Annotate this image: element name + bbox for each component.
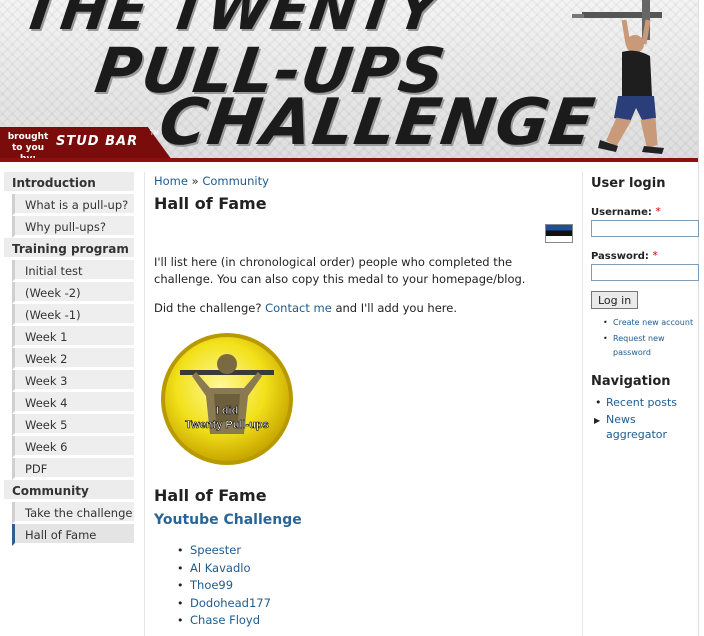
youtube-challenge-heading: Youtube Challenge — [154, 512, 302, 528]
sidebar-item-week-1[interactable]: Week 1 — [12, 326, 134, 348]
sidebar-section-community[interactable]: Community — [4, 480, 134, 502]
login-links: Create new account Request new password — [591, 315, 699, 360]
member-link-dodohead177[interactable]: Dodohead177 — [190, 596, 271, 610]
sidebar-item-week-minus-2[interactable]: (Week -2) — [12, 282, 134, 304]
list-item: Speester — [174, 542, 271, 560]
sidebar-item-why-pull-ups[interactable]: Why pull-ups? — [12, 216, 134, 238]
right-sidebar: User login Username: * Password: * Log i… — [591, 176, 699, 442]
left-column-divider — [144, 172, 145, 636]
estonian-flag-icon[interactable] — [545, 224, 573, 243]
navigation-heading: Navigation — [591, 374, 671, 389]
password-field[interactable] — [591, 264, 699, 281]
sidebar-item-week-6[interactable]: Week 6 — [12, 436, 134, 458]
news-aggregator-link[interactable]: News aggregator — [606, 413, 667, 441]
sidebar-item-initial-test[interactable]: Initial test — [12, 260, 134, 282]
create-account-link[interactable]: Create new account — [613, 318, 693, 327]
required-mark: * — [655, 205, 661, 218]
navigation-menu: Recent posts News aggregator — [591, 395, 699, 442]
pull-up-athlete-image — [572, 0, 664, 154]
sidebar-item-week-2[interactable]: Week 2 — [12, 348, 134, 370]
intro-paragraph: I'll list here (in chronological order) … — [154, 255, 526, 286]
sidebar-item-take-the-challenge[interactable]: Take the challenge — [12, 502, 134, 524]
username-label: Username: — [591, 207, 652, 218]
contact-prompt-text: Did the challenge? — [154, 301, 262, 315]
sidebar-item-week-3[interactable]: Week 3 — [12, 370, 134, 392]
user-login-heading: User login — [591, 176, 666, 191]
breadcrumb-home-link[interactable]: Home — [154, 174, 188, 188]
member-link-al-kavadlo[interactable]: Al Kavadlo — [190, 561, 251, 575]
password-row: Password: * — [591, 249, 699, 281]
required-mark: * — [652, 249, 658, 262]
member-link-thoe99[interactable]: Thoe99 — [190, 578, 233, 592]
breadcrumb: Home » Community — [154, 174, 574, 188]
list-item: Chase Floyd — [174, 612, 271, 630]
right-column-divider — [582, 172, 583, 636]
banner-title-line3: CHALLENGE — [154, 86, 600, 160]
member-link-speester[interactable]: Speester — [190, 543, 241, 557]
recent-posts-link[interactable]: Recent posts — [606, 396, 677, 409]
main-content: Home » Community Hall of Fame I'll list … — [154, 174, 574, 629]
hall-of-fame-list: Speester Al Kavadlo Thoe99 Dodohead177 C… — [174, 542, 271, 630]
list-item: Request new password — [591, 332, 699, 360]
medal-text-line1: I did — [216, 405, 239, 417]
sidebar-item-what-is-a-pull-up[interactable]: What is a pull-up? — [12, 194, 134, 216]
username-field[interactable] — [591, 220, 699, 237]
list-item: Create new account — [591, 315, 699, 330]
trademark-mark: TM — [150, 130, 159, 137]
list-item: Dodohead177 — [174, 595, 271, 613]
list-item: News aggregator — [591, 412, 699, 442]
sidebar-section-introduction[interactable]: Introduction — [4, 172, 134, 194]
site-banner[interactable]: THE TWENTY PULL-UPS CHALLENGE brought to… — [0, 0, 698, 162]
contact-suffix-text: and I'll add you here. — [335, 301, 457, 315]
login-button[interactable]: Log in — [591, 291, 639, 309]
password-label: Password: — [591, 251, 649, 262]
list-item: Recent posts — [591, 395, 699, 410]
hall-of-fame-heading: Hall of Fame — [154, 486, 267, 505]
sidebar-section-training-program[interactable]: Training program — [4, 238, 134, 260]
list-item: Al Kavadlo — [174, 560, 271, 578]
pull-up-medal-image: I did Twenty Pull-ups — [161, 333, 293, 465]
breadcrumb-separator: » — [191, 174, 199, 188]
sidebar-item-hall-of-fame[interactable]: Hall of Fame — [12, 524, 134, 546]
sidebar-item-pdf[interactable]: PDF — [12, 458, 134, 480]
list-item: Thoe99 — [174, 577, 271, 595]
username-row: Username: * — [591, 205, 699, 237]
contact-paragraph: Did the challenge? Contact me and I'll a… — [154, 300, 457, 317]
sponsor-name[interactable]: STUD BAR — [56, 134, 138, 149]
sidebar-item-week-4[interactable]: Week 4 — [12, 392, 134, 414]
sidebar-menu: Introduction What is a pull-up? Why pull… — [0, 172, 140, 546]
breadcrumb-community-link[interactable]: Community — [202, 174, 269, 188]
contact-me-link[interactable]: Contact me — [265, 301, 332, 315]
sidebar-item-week-minus-1[interactable]: (Week -1) — [12, 304, 134, 326]
sidebar-item-week-5[interactable]: Week 5 — [12, 414, 134, 436]
medal-text-line2: Twenty Pull-ups — [185, 419, 269, 431]
page-title: Hall of Fame — [154, 194, 267, 213]
banner-underline — [0, 158, 698, 162]
member-link-chase-floyd[interactable]: Chase Floyd — [190, 613, 260, 627]
request-password-link[interactable]: Request new password — [613, 334, 665, 357]
